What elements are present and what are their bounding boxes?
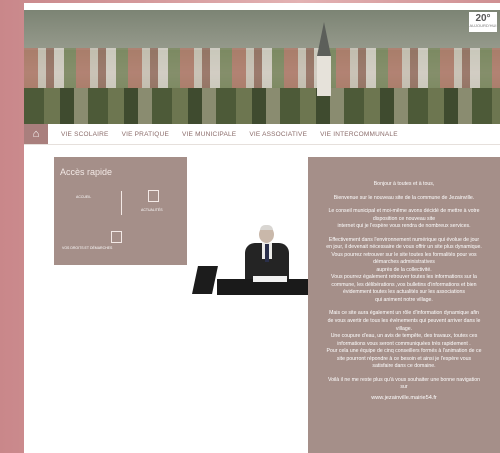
text-line: sur [400, 384, 408, 391]
photo-papers [253, 276, 287, 282]
weather-widget[interactable]: 20° AUJOURD'HUI [469, 12, 497, 32]
text-line: auprès de la collectivité. [376, 266, 432, 273]
quick-access-panel: Accès rapide ACCUEIL ACTUALITÉS VOS DROI… [54, 157, 187, 265]
main-navigation: ⌂ VIE SCOLAIRE VIE PRATIQUE VIE MUNICIPA… [24, 124, 500, 145]
text-line: qui animent notre village. [375, 296, 433, 303]
quick-access-divider [121, 191, 122, 215]
nav-item-vie-municipale[interactable]: VIE MUNICIPALE [182, 131, 236, 138]
text-line: Voilà il ne me reste plus qu'à vous souh… [327, 376, 481, 383]
welcome-text: Bonjour à toutes et à tous, Bienvenue su… [310, 181, 498, 408]
site-page: 20° AUJOURD'HUI ⌂ VIE SCOLAIRE VIE PRATI… [24, 3, 500, 453]
website-link[interactable]: www.jezainville.mairie54.fr [310, 394, 498, 402]
welcome-paragraph-1: Le conseil municipal et moi-même avons d… [310, 208, 498, 231]
quick-access-title: Accès rapide [60, 167, 113, 177]
text-line: Effectivement dans l'environnement numér… [328, 236, 480, 243]
text-line: Vous pourrez également retrouver toutes … [331, 274, 477, 281]
quick-link-actualites[interactable]: ACTUALITÉS [141, 208, 163, 212]
church-tower [317, 56, 331, 96]
documents-icon[interactable] [111, 231, 122, 243]
quick-link-accueil[interactable]: ACCUEIL [76, 195, 91, 199]
quick-link-droits-demarches[interactable]: VOS DROITS ET DÉMARCHES [62, 246, 112, 250]
home-icon[interactable]: ⌂ [24, 124, 48, 144]
village-banner-photo [24, 10, 500, 125]
welcome-paragraph-4: Voilà il ne me reste plus qu'à vous souh… [310, 377, 498, 402]
text-line: en jour, il devenait nécessaire de vous … [326, 244, 482, 251]
text-line: satisfaire dans ce domaine. [372, 363, 436, 370]
text-line: site pourront répondre à ce besoin et ai… [336, 355, 472, 362]
photo-chair [192, 266, 218, 294]
weather-day: AUJOURD'HUI [469, 23, 497, 28]
welcome-paragraph-3: Mais ce site aura également un rôle d'in… [310, 310, 498, 370]
welcome-greeting: Bonjour à toutes et à tous, [373, 181, 435, 187]
text-line: démarches administratives [373, 259, 435, 266]
text-line: village. [395, 325, 413, 332]
text-line: internet qui je l'espère vous rendra de … [337, 223, 471, 230]
nav-item-vie-associative[interactable]: VIE ASSOCIATIVE [249, 131, 307, 138]
banner-trees [24, 88, 500, 125]
news-icon[interactable] [148, 190, 159, 202]
nav-item-vie-intercommunale[interactable]: VIE INTERCOMMUNALE [320, 131, 398, 138]
text-line: Pour cela une équipe de cinq conseillers… [326, 348, 482, 355]
church-spire [317, 22, 331, 56]
text-line: Le conseil municipal et moi-même avons d… [328, 208, 480, 215]
text-line: Vous pourrez retrouver sur le site toute… [331, 251, 477, 258]
text-line: informations vous seront communiquées tr… [337, 340, 471, 347]
text-line: Mais ce site aura également un rôle d'in… [329, 310, 479, 317]
text-line: disposition ce nouveau site [372, 215, 436, 222]
welcome-intro: Bienvenue sur le nouveau site de la comm… [333, 194, 475, 201]
banner-hill [24, 10, 500, 50]
text-line: évidemment toutes les actualités sur les… [343, 289, 465, 296]
nav-item-vie-pratique[interactable]: VIE PRATIQUE [122, 131, 169, 138]
mayor-photo [192, 223, 309, 295]
text-line: commune, les délibérations ,vos bulletin… [331, 281, 477, 288]
welcome-paragraph-2: Effectivement dans l'environnement numér… [310, 237, 498, 305]
photo-person-tie [265, 244, 269, 262]
text-line: de vous avertir de tous les événements q… [327, 317, 481, 324]
welcome-message-panel: Bonjour à toutes et à tous, Bienvenue su… [308, 157, 500, 453]
nav-item-vie-scolaire[interactable]: VIE SCOLAIRE [61, 131, 109, 138]
text-line: Une coupure d'eau, un avis de tempête, d… [330, 333, 478, 340]
photo-person-hair [260, 225, 273, 230]
